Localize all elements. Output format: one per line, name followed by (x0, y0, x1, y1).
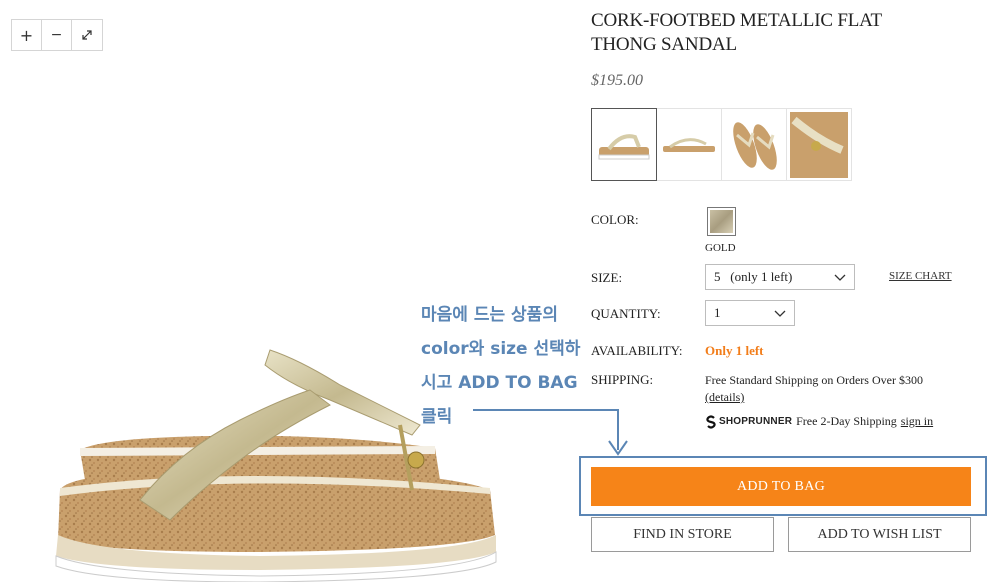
add-to-wish-list-button[interactable]: ADD TO WISH LIST (788, 517, 971, 552)
sandal-side-thumbnail (598, 133, 650, 159)
instruction-annotation: 마음에 드는 상품의 color와 size 선택하 시고 ADD TO BAG… (421, 298, 591, 434)
product-thumbnails (591, 108, 852, 181)
find-in-store-button[interactable]: FIND IN STORE (591, 517, 774, 552)
size-select-value: 5 (only 1 left) (714, 269, 793, 284)
size-label: SIZE: (591, 270, 623, 285)
shoprunner-sign-in-link[interactable]: sign in (901, 414, 933, 429)
fullscreen-button[interactable] (72, 20, 102, 50)
plus-icon: + (19, 25, 34, 45)
sandal-top-thumbnail (733, 121, 777, 170)
zoom-out-button[interactable]: − (42, 20, 72, 50)
quantity-label: QUANTITY: (591, 306, 661, 321)
size-chart-link[interactable]: SIZE CHART (889, 270, 952, 282)
shipping-label: SHIPPING: (591, 372, 654, 387)
chevron-down-icon (834, 274, 846, 281)
sandal-closeup-thumbnail (790, 111, 848, 178)
color-swatch-gold[interactable] (707, 207, 736, 236)
annotation-line-1: 마음에 드는 상품의 (421, 305, 558, 325)
availability-value: Only 1 left (705, 343, 764, 358)
thumbnail-3[interactable] (721, 108, 787, 181)
thumbnail-1[interactable] (591, 108, 657, 181)
add-to-bag-button[interactable]: ADD TO BAG (591, 467, 971, 506)
zoom-in-button[interactable]: + (12, 20, 42, 50)
quantity-select[interactable]: 1 (705, 300, 795, 326)
color-label: COLOR: (591, 212, 639, 227)
zoom-controls: + − (11, 19, 103, 51)
thumbnail-4[interactable] (786, 108, 852, 181)
shipping-text: Free Standard Shipping on Orders Over $3… (705, 373, 923, 387)
shoprunner-brand: SHOPRUNNER (719, 416, 793, 427)
quantity-select-value: 1 (714, 305, 721, 320)
thumbnail-2[interactable] (656, 108, 722, 181)
product-title: CORK-FOOTBED METALLIC FLAT THONG SANDAL (591, 10, 882, 55)
sandal-profile-thumbnail (663, 137, 715, 152)
product-price: $195.00 (591, 72, 643, 89)
shipping-info: Free Standard Shipping on Orders Over $3… (705, 372, 965, 406)
annotation-line-3: 시고 ADD TO BAG (421, 373, 578, 393)
color-name: GOLD (705, 242, 736, 254)
minus-icon: − (50, 27, 63, 43)
shoprunner-logo-icon: SHOPRUNNER (705, 414, 793, 429)
shipping-details-link[interactable]: (details) (705, 390, 744, 404)
chevron-down-icon (774, 310, 786, 317)
size-select[interactable]: 5 (only 1 left) (705, 264, 855, 290)
annotation-line-2: color와 size 선택하 (421, 339, 581, 359)
shoprunner-text: Free 2-Day Shipping (796, 414, 897, 428)
expand-icon (82, 30, 92, 40)
availability-label: AVAILABILITY: (591, 343, 683, 358)
shoprunner-row: SHOPRUNNER Free 2-Day Shipping sign in (705, 414, 933, 429)
annotation-line-4: 클릭 (421, 407, 453, 427)
